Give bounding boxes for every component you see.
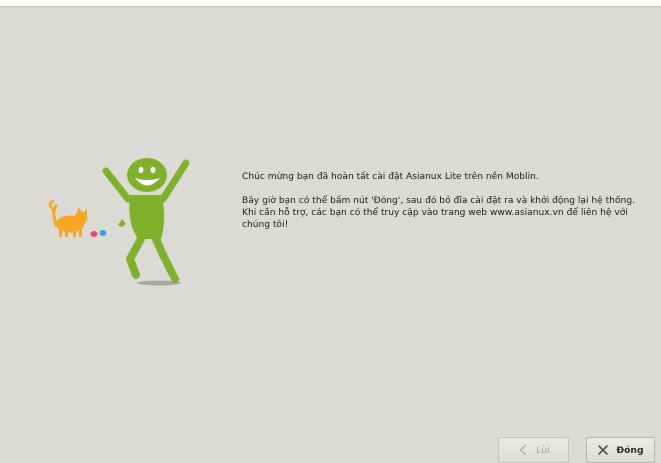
installer-window: Chúc mừng bạn đã hoàn tất cài đặt Asianu…: [0, 6, 661, 463]
completion-message: Chúc mừng bạn đã hoàn tất cài đặt Asianu…: [242, 171, 654, 231]
celebration-illustration: [48, 158, 190, 286]
back-button-label: Lùi: [536, 444, 550, 456]
chevron-left-icon: [520, 444, 527, 456]
cat-icon: [48, 199, 88, 237]
message-congratulations: Chúc mừng bạn đã hoàn tất cài đặt Asianu…: [242, 172, 539, 182]
close-button[interactable]: Đóng: [586, 437, 655, 463]
close-button-label: Đóng: [616, 444, 644, 456]
message-instructions: Bây giờ bạn có thể bấm nút 'Đóng', sau đ…: [242, 196, 635, 206]
close-icon: [598, 445, 609, 455]
bird-icon: [90, 219, 126, 237]
back-button[interactable]: Lùi: [498, 437, 569, 463]
message-support: Khi cần hỗ trợ, các bạn có thể truy cập …: [242, 208, 628, 230]
dancing-figure-icon: [102, 158, 190, 283]
